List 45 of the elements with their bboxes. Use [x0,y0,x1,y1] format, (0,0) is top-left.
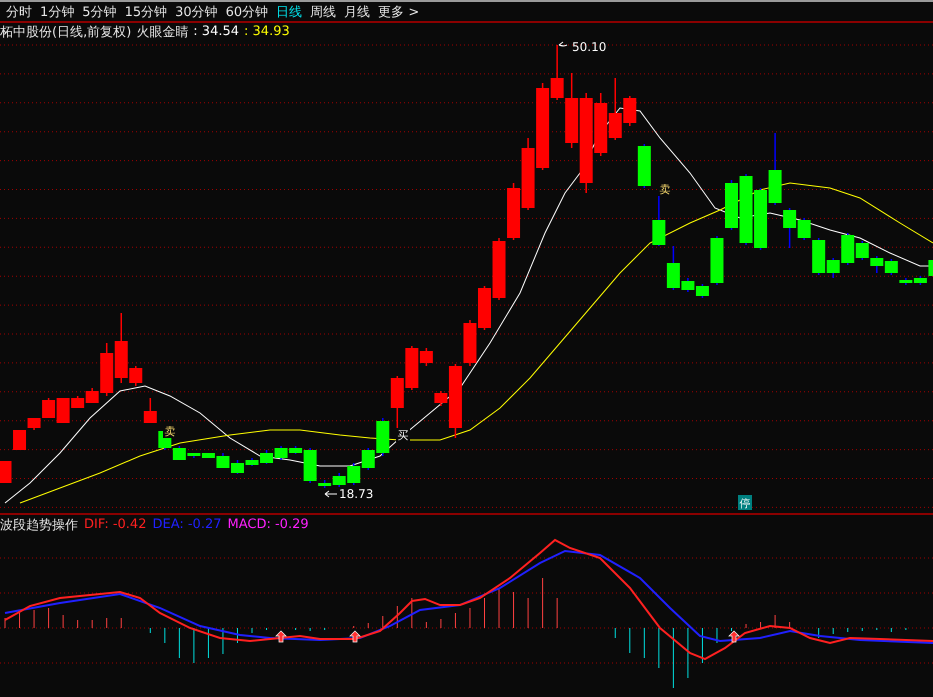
up-arrow-icon [275,630,287,642]
timeframe-tab[interactable]: 15分钟 [120,2,172,20]
timeframe-tab[interactable]: 60分钟 [222,2,272,20]
arrow-icon [558,42,568,46]
candlestick [725,180,738,230]
candlestick [507,183,520,240]
timeframe-tab[interactable]: 分时 [2,2,36,20]
candlestick [230,460,244,474]
candlestick [740,174,753,245]
stock-title: 柘中股份(日线,前复权) [0,24,132,40]
timeframe-tab[interactable]: 1分钟 [36,2,78,20]
candlestick [638,144,651,188]
indicator-value: : 34.54 [193,24,240,39]
up-arrow-icon [728,630,740,642]
timeframe-tab[interactable]: 5分钟 [78,2,121,20]
arrow-icon [324,490,338,498]
candlestick [870,256,884,273]
candlestick [522,138,535,210]
candlestick [754,188,768,250]
candlestick [492,238,506,300]
candlestick [768,133,782,205]
candlestick [884,259,898,275]
timeframe-tab[interactable]: 30分钟 [171,2,222,20]
candlestick [144,398,157,423]
sell-signal: 卖 [658,182,672,196]
timeframe-tab[interactable]: 更多 > [374,2,424,20]
candlestick [0,461,12,483]
candlestick [260,450,274,464]
indicator-name: 波段趋势操作 [0,516,78,534]
sell-signal: 卖 [163,424,177,438]
timeframe-tab[interactable]: 日线 [272,2,306,20]
indicator-value: MACD: -0.29 [228,517,309,532]
timeframe-tab[interactable]: 周线 [306,2,340,20]
candlestick [246,458,258,466]
indicator-value: DIF: -0.42 [84,517,146,532]
buy-signal: 买 [396,428,410,442]
candlestick [478,286,491,330]
indicator-name: 火眼金睛 [136,24,188,40]
halt-badge: 停 [738,495,752,510]
indicator-value: DEA: -0.27 [152,517,222,532]
indicator-value: : 34.93 [244,24,290,39]
price-label: 50.10 [572,40,606,54]
timeframe-tab[interactable]: 月线 [340,2,374,20]
price-label: 18.73 [339,487,374,501]
up-arrow-icon [349,630,361,642]
